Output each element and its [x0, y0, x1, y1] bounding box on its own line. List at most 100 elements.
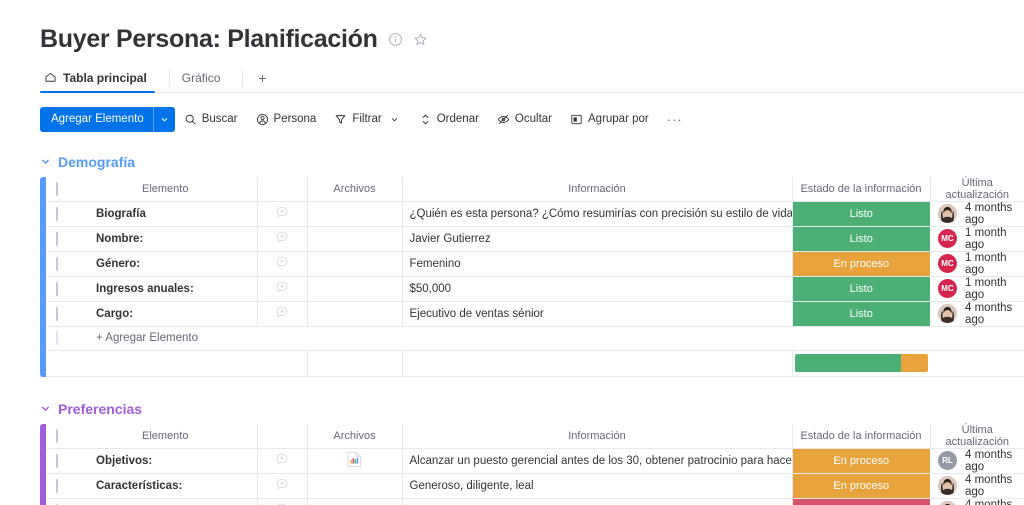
- table-row[interactable]: Intereses: -Salud y nutrición -Correr -Mi…: [40, 498, 1024, 505]
- cell-add-comment[interactable]: [257, 201, 308, 227]
- cell-add-comment[interactable]: [257, 301, 308, 327]
- cell-informacion[interactable]: Ejecutivo de ventas sénior: [402, 301, 793, 327]
- chevron-down-icon[interactable]: [40, 156, 51, 167]
- tab-grafico[interactable]: Gráfico: [178, 65, 235, 91]
- person-button[interactable]: Persona: [247, 107, 326, 132]
- cell-estado[interactable]: Listo: [792, 226, 930, 252]
- table-row[interactable]: Biografía ¿Quién es esta persona? ¿Cómo r…: [40, 201, 1024, 227]
- cell-elemento[interactable]: Objetivos:: [74, 448, 258, 474]
- cell-add-comment[interactable]: [257, 498, 308, 505]
- cell-informacion[interactable]: -Salud y nutrición -Correr -Mirar deport…: [402, 498, 793, 505]
- avatar[interactable]: MC: [938, 254, 957, 273]
- cell-ultima-actualizacion[interactable]: 4 months ago: [930, 301, 1024, 327]
- cell-elemento[interactable]: Cargo:: [74, 301, 258, 327]
- cell-ultima-actualizacion[interactable]: 4 months ago: [930, 498, 1024, 505]
- group-header[interactable]: Demografía: [40, 154, 1024, 170]
- add-comment-icon[interactable]: [275, 255, 289, 269]
- hide-button[interactable]: Ocultar: [488, 107, 561, 132]
- row-checkbox[interactable]: [56, 478, 58, 493]
- avatar[interactable]: [938, 501, 957, 505]
- column-header-archivos[interactable]: Archivos: [307, 176, 403, 202]
- cell-archivos[interactable]: [307, 301, 403, 327]
- cell-add-comment[interactable]: [257, 276, 308, 302]
- row-checkbox[interactable]: [56, 281, 58, 296]
- row-checkbox[interactable]: [56, 453, 58, 468]
- cell-archivos[interactable]: [307, 498, 403, 505]
- add-item-row-label[interactable]: + Agregar Elemento: [74, 326, 1024, 351]
- cell-archivos[interactable]: [307, 448, 403, 474]
- column-header-ultima-actualizacion[interactable]: Última actualización: [930, 423, 1024, 449]
- cell-elemento[interactable]: Ingresos anuales:: [74, 276, 258, 302]
- column-header-estado[interactable]: Estado de la información: [792, 176, 931, 202]
- column-header-ultima-actualizacion[interactable]: Última actualización: [930, 176, 1024, 202]
- add-tab-button[interactable]: +: [251, 65, 273, 91]
- info-circle-icon[interactable]: [388, 32, 403, 47]
- row-checkbox[interactable]: [56, 256, 58, 271]
- chevron-down-icon[interactable]: [152, 106, 175, 132]
- cell-add-comment[interactable]: [257, 251, 308, 277]
- cell-estado[interactable]: En proceso: [792, 473, 930, 499]
- cell-estado[interactable]: Listo: [792, 301, 930, 327]
- search-button[interactable]: Buscar: [175, 107, 247, 132]
- row-checkbox[interactable]: [56, 181, 58, 196]
- column-header-informacion[interactable]: Información: [402, 423, 793, 449]
- cell-ultima-actualizacion[interactable]: MC 1 month ago: [930, 226, 1024, 252]
- cell-estado[interactable]: En proceso: [792, 448, 930, 474]
- cell-archivos[interactable]: [307, 226, 403, 252]
- cell-informacion[interactable]: Javier Gutierrez: [402, 226, 793, 252]
- column-header-elemento[interactable]: Elemento: [74, 423, 258, 449]
- cell-archivos[interactable]: [307, 473, 403, 499]
- add-comment-icon[interactable]: [275, 230, 289, 244]
- row-checkbox[interactable]: [56, 428, 58, 443]
- filter-button[interactable]: Filtrar: [325, 107, 409, 132]
- cell-ultima-actualizacion[interactable]: MC 1 month ago: [930, 276, 1024, 302]
- table-row[interactable]: Nombre: Javier Gutierrez Listo MC 1 month ag…: [40, 226, 1024, 252]
- avatar[interactable]: RL: [938, 451, 957, 470]
- cell-informacion[interactable]: ¿Quién es esta persona? ¿Cómo resumirías…: [402, 201, 793, 227]
- row-checkbox[interactable]: [56, 331, 58, 345]
- cell-estado[interactable]: En proceso: [792, 251, 930, 277]
- add-comment-icon[interactable]: [275, 452, 289, 466]
- add-item-row[interactable]: + Agregar Elemento: [40, 326, 1024, 351]
- cell-informacion[interactable]: $50,000: [402, 276, 793, 302]
- cell-estado[interactable]: Detenido: [792, 498, 930, 505]
- cell-archivos[interactable]: [307, 276, 403, 302]
- row-checkbox[interactable]: [56, 206, 58, 221]
- avatar[interactable]: [938, 204, 957, 223]
- more-options-button[interactable]: ···: [658, 107, 692, 132]
- table-row[interactable]: Cargo: Ejecutivo de ventas sénior Listo 4 m…: [40, 301, 1024, 327]
- column-header-elemento[interactable]: Elemento: [74, 176, 258, 202]
- tab-tabla-principal[interactable]: Tabla principal: [40, 65, 161, 93]
- group-header[interactable]: Preferencias: [40, 401, 1024, 417]
- avatar[interactable]: [938, 304, 957, 323]
- column-header-estado[interactable]: Estado de la información: [792, 423, 931, 449]
- row-checkbox[interactable]: [56, 306, 58, 321]
- avatar[interactable]: [938, 476, 957, 495]
- cell-elemento[interactable]: Características:: [74, 473, 258, 499]
- table-row[interactable]: Características: Generoso, diligente, lea…: [40, 473, 1024, 499]
- table-row[interactable]: Ingresos anuales: $50,000 Listo MC 1 month a…: [40, 276, 1024, 302]
- cell-elemento[interactable]: Género:: [74, 251, 258, 277]
- cell-estado[interactable]: Listo: [792, 201, 930, 227]
- cell-elemento[interactable]: Intereses:: [74, 498, 258, 505]
- cell-add-comment[interactable]: [257, 473, 308, 499]
- chevron-down-icon[interactable]: [40, 403, 51, 414]
- column-header-informacion[interactable]: Información: [402, 176, 793, 202]
- avatar[interactable]: MC: [938, 279, 957, 298]
- cell-ultima-actualizacion[interactable]: RL 4 months ago: [930, 448, 1024, 474]
- cell-elemento[interactable]: Biografía: [74, 201, 258, 227]
- table-row[interactable]: Género: Femenino En proceso MC 1 month ago: [40, 251, 1024, 277]
- cell-add-comment[interactable]: [257, 226, 308, 252]
- cell-ultima-actualizacion[interactable]: 4 months ago: [930, 201, 1024, 227]
- star-outline-icon[interactable]: [413, 32, 428, 47]
- avatar[interactable]: MC: [938, 229, 957, 248]
- column-header-archivos[interactable]: Archivos: [307, 423, 403, 449]
- cell-archivos[interactable]: [307, 201, 403, 227]
- add-comment-icon[interactable]: [275, 305, 289, 319]
- cell-informacion[interactable]: Femenino: [402, 251, 793, 277]
- cell-add-comment[interactable]: [257, 448, 308, 474]
- add-comment-icon[interactable]: [275, 280, 289, 294]
- add-comment-icon[interactable]: [275, 477, 289, 491]
- sort-button[interactable]: Ordenar: [410, 107, 488, 132]
- cell-elemento[interactable]: Nombre:: [74, 226, 258, 252]
